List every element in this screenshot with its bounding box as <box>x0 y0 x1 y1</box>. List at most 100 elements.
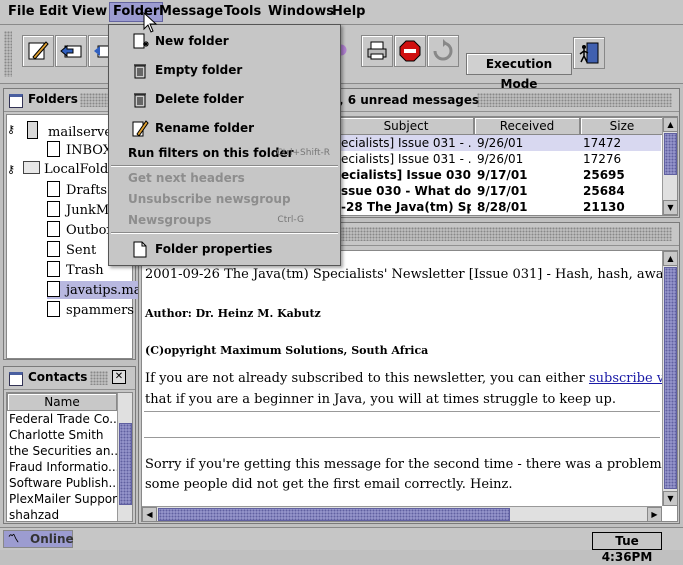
menu-view[interactable]: View <box>69 3 110 21</box>
menu-item-label: Empty folder <box>155 63 243 77</box>
menu-edit[interactable]: Edit <box>36 3 71 21</box>
horizontal-rule <box>144 437 660 439</box>
menu-item-newsgroups[interactable]: Newsgroups Ctrl-G <box>109 209 340 231</box>
menu-windows[interactable]: Windows <box>265 3 337 21</box>
folder-icon <box>23 161 40 174</box>
message-row[interactable]: ecialists] Issue 031 - ... 9/26/01 17472 <box>338 135 661 151</box>
scroll-up-arrow-icon[interactable]: ▲ <box>663 117 677 132</box>
column-size[interactable]: Size <box>580 117 664 135</box>
scroll-thumb[interactable] <box>158 508 510 521</box>
panel-grip[interactable] <box>339 227 672 241</box>
contact-item[interactable]: Charlotte Smith <box>9 427 104 443</box>
scroll-down-arrow-icon[interactable]: ▼ <box>663 491 677 506</box>
menubar: File Edit View Folder Message Tools Wind… <box>0 0 683 25</box>
menu-item-empty-folder[interactable]: Empty folder <box>109 59 340 81</box>
tree-item-localfolders[interactable]: LocalFolde <box>23 161 116 179</box>
contacts-column-name[interactable]: Name <box>7 393 117 411</box>
menu-message[interactable]: Message <box>156 3 226 21</box>
message-body-vscroll[interactable]: ▲ ▼ <box>662 251 677 506</box>
tree-item-junkmail[interactable]: JunkMa <box>47 201 117 219</box>
tree-item-javatips[interactable]: javatips.ma <box>47 281 148 299</box>
menu-item-unsubscribe-newsgroup[interactable]: Unsubscribe newsgroup <box>109 188 340 210</box>
scroll-down-arrow-icon[interactable]: ▼ <box>663 200 677 215</box>
document-icon <box>47 201 60 217</box>
scroll-up-arrow-icon[interactable]: ▲ <box>663 251 677 266</box>
tree-item-sent[interactable]: Sent <box>47 241 96 259</box>
scroll-thumb[interactable] <box>664 133 677 175</box>
expand-key-icon[interactable]: ⚷ <box>7 163 15 176</box>
message-size: 17472 <box>583 136 622 150</box>
tree-item-mailserver[interactable]: mailserve <box>27 121 113 140</box>
properties-document-icon <box>133 241 147 258</box>
message-subject: -28 The Java(tm) Spe... <box>341 200 471 214</box>
menu-item-get-next-headers[interactable]: Get next headers <box>109 167 340 189</box>
message-size: 25695 <box>583 168 625 182</box>
tree-item-inbox[interactable]: INBOX <box>47 141 112 159</box>
tree-item-trash[interactable]: Trash <box>47 261 104 279</box>
contact-item[interactable]: shahzad <box>9 507 59 521</box>
menu-item-shortcut: Ctrl-G <box>277 215 304 225</box>
contact-item[interactable]: the Securities an... <box>9 443 122 459</box>
message-row[interactable]: -28 The Java(tm) Spe... 8/28/01 21130 <box>338 199 661 215</box>
menu-item-delete-folder[interactable]: Delete folder <box>109 88 340 110</box>
document-icon <box>47 241 60 257</box>
menu-file[interactable]: File <box>5 3 38 21</box>
contacts-scrollbar[interactable] <box>117 393 132 521</box>
tree-item-drafts[interactable]: Drafts <box>47 181 107 199</box>
refresh-button[interactable] <box>427 35 459 67</box>
document-icon <box>47 221 60 237</box>
message-list-scrollbar[interactable]: ▲ ▼ <box>662 117 677 215</box>
message-paragraph: If you are not already subscribed to thi… <box>145 371 677 386</box>
execution-mode-button[interactable]: Execution Mode <box>466 53 572 91</box>
message-row[interactable]: ecialists] Issue 030 - ... 9/17/01 25695 <box>338 167 661 183</box>
menu-help[interactable]: Help <box>329 3 368 21</box>
message-row[interactable]: ssue 030 - What do y... 9/17/01 25684 <box>338 183 661 199</box>
message-subject: ssue 030 - What do y... <box>341 184 471 198</box>
document-icon <box>47 141 60 157</box>
print-button[interactable] <box>361 35 393 67</box>
menu-item-folder-properties[interactable]: Folder properties <box>109 238 340 260</box>
compose-button[interactable] <box>22 35 54 67</box>
column-received[interactable]: Received <box>474 117 580 135</box>
message-received: 9/26/01 <box>477 152 524 166</box>
window-icon <box>9 372 23 386</box>
stop-button[interactable] <box>394 35 426 67</box>
panel-grip[interactable] <box>90 371 108 385</box>
tree-item-label: mailserve <box>48 125 113 140</box>
scroll-thumb[interactable] <box>119 423 132 505</box>
menu-item-rename-folder[interactable]: Rename folder <box>109 117 340 139</box>
scroll-right-arrow-icon[interactable]: ▶ <box>647 507 662 521</box>
message-paragraph-line: Sorry if you're getting this message for… <box>145 457 677 472</box>
message-row[interactable]: ecialists] Issue 031 - ... 9/26/01 17276 <box>338 151 661 167</box>
contacts-panel: Contacts ✕ Name Federal Trade Co... Char… <box>3 366 136 524</box>
menu-tools[interactable]: Tools <box>221 3 264 21</box>
message-body-hscroll[interactable]: ◀ ▶ <box>142 506 662 521</box>
message-copyright: (C)opyright Maximum Solutions, South Afr… <box>145 344 429 357</box>
column-subject[interactable]: Subject <box>338 117 474 135</box>
online-status[interactable]: 〽 Online <box>3 530 74 548</box>
close-icon[interactable]: ✕ <box>112 370 126 384</box>
menu-item-shortcut: Ctrl+Shift-R <box>276 148 330 158</box>
menu-item-run-filters[interactable]: Run filters on this folder Ctrl+Shift-R <box>109 142 340 164</box>
panel-grip[interactable] <box>477 93 672 107</box>
reply-button[interactable] <box>55 35 87 67</box>
scroll-left-arrow-icon[interactable]: ◀ <box>142 507 157 521</box>
message-subject: ecialists] Issue 031 - ... <box>341 136 471 150</box>
contact-item[interactable]: Software Publish... <box>9 475 120 491</box>
message-size: 25684 <box>583 184 625 198</box>
toolbar-grip[interactable] <box>4 31 12 77</box>
menu-item-label: Delete folder <box>155 92 244 106</box>
message-size: 17276 <box>583 152 622 166</box>
expand-key-icon[interactable]: ⚷ <box>7 123 15 136</box>
message-body: 2001-09-26 The Java(tm) Specialists' New… <box>141 250 678 522</box>
compose-icon <box>28 41 49 60</box>
exit-button[interactable] <box>573 37 605 69</box>
tree-item-outbox[interactable]: Outbox <box>47 221 114 239</box>
contact-item[interactable]: Fraud Informatio... <box>9 459 119 475</box>
unread-summary: , 6 unread messages <box>339 93 480 107</box>
scroll-thumb[interactable] <box>664 267 677 489</box>
tree-item-spammers[interactable]: spammers <box>47 301 134 319</box>
contact-item[interactable]: Federal Trade Co... <box>9 411 121 427</box>
contact-item[interactable]: PlexMailer Support <box>9 491 122 507</box>
reply-icon <box>60 44 82 58</box>
